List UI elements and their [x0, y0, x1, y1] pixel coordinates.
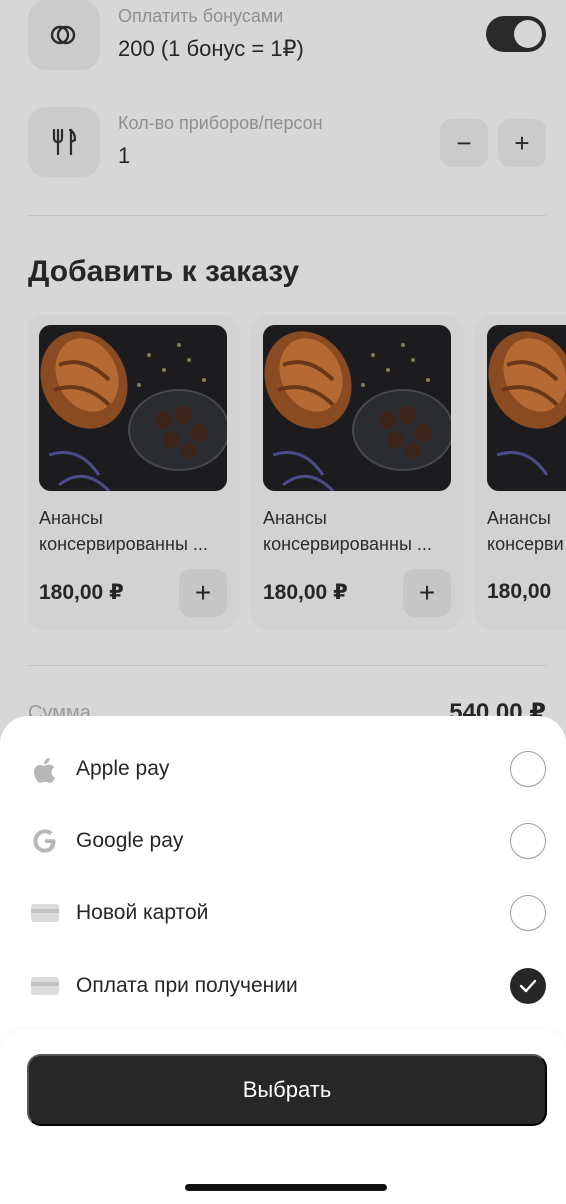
select-button[interactable]: Выбрать [27, 1054, 547, 1126]
product-name-line1: Анансы [487, 508, 551, 528]
divider [28, 665, 546, 666]
radio-button-checked[interactable] [510, 968, 546, 1004]
product-photo [263, 325, 451, 491]
product-price: 180,00 ₽ [39, 581, 124, 604]
checkmark-icon [519, 979, 537, 993]
add-to-order-title: Добавить к заказу [28, 255, 300, 288]
payment-option-cash-on-delivery[interactable]: Оплата при получении [30, 966, 546, 1006]
product-name: Анансы консервированны ... [39, 505, 229, 557]
add-product-button[interactable]: + [179, 569, 227, 617]
toggle-knob [514, 20, 542, 48]
product-photo [39, 325, 227, 491]
product-name-line2: консервированны ... [39, 534, 208, 554]
coins-icon [28, 0, 100, 70]
card-icon [30, 972, 60, 1000]
product-name-line2: консерви [487, 534, 564, 554]
product-card[interactable]: Анансы консерви 180,00 [476, 315, 566, 627]
payment-option-label: Оплата при получении [76, 974, 298, 997]
bonus-row: Оплатить бонусами 200 (1 бонус = 1₽) [28, 0, 546, 70]
product-name: Анансы консерви [487, 505, 566, 557]
card-icon [30, 899, 60, 927]
cutlery-row: Кол-во приборов/персон 1 − + [28, 107, 546, 177]
cutlery-minus-button[interactable]: − [440, 119, 488, 167]
payment-option-label: Google pay [76, 829, 184, 852]
payment-option-google-pay[interactable]: Google pay [30, 821, 546, 861]
google-icon [30, 827, 60, 855]
cutlery-label: Кол-во приборов/персон [118, 113, 323, 133]
product-price: 180,00 [487, 580, 552, 603]
product-name-line1: Анансы [39, 508, 103, 528]
radio-button[interactable] [510, 895, 546, 931]
add-product-button[interactable]: + [403, 569, 451, 617]
home-indicator [185, 1184, 387, 1191]
divider [28, 215, 546, 216]
product-name: Анансы консервированны ... [263, 505, 453, 557]
product-card[interactable]: Анансы консервированны ... 180,00 ₽ + [28, 315, 238, 627]
apple-icon [30, 755, 60, 783]
bonus-toggle[interactable] [486, 16, 546, 52]
product-name-line1: Анансы [263, 508, 327, 528]
radio-button[interactable] [510, 823, 546, 859]
bonus-label: Оплатить бонусами [118, 6, 284, 26]
cutlery-plus-button[interactable]: + [498, 119, 546, 167]
payment-option-apple-pay[interactable]: Apple pay [30, 749, 546, 789]
payment-option-label: Новой картой [76, 901, 209, 924]
payment-option-label: Apple pay [76, 757, 170, 780]
sheet-footer: Выбрать [0, 1030, 566, 1204]
product-name-line2: консервированны ... [263, 534, 432, 554]
cutlery-value: 1 [118, 143, 131, 168]
payment-option-new-card[interactable]: Новой картой [30, 893, 546, 933]
cutlery-icon [28, 107, 100, 177]
radio-button[interactable] [510, 751, 546, 787]
product-photo [487, 325, 566, 491]
product-card[interactable]: Анансы консервированны ... 180,00 ₽ + [252, 315, 462, 627]
add-to-order-carousel[interactable]: Анансы консервированны ... 180,00 ₽ + Ан… [28, 315, 566, 630]
bonus-value: 200 (1 бонус = 1₽) [118, 36, 304, 61]
product-price: 180,00 ₽ [263, 581, 348, 604]
